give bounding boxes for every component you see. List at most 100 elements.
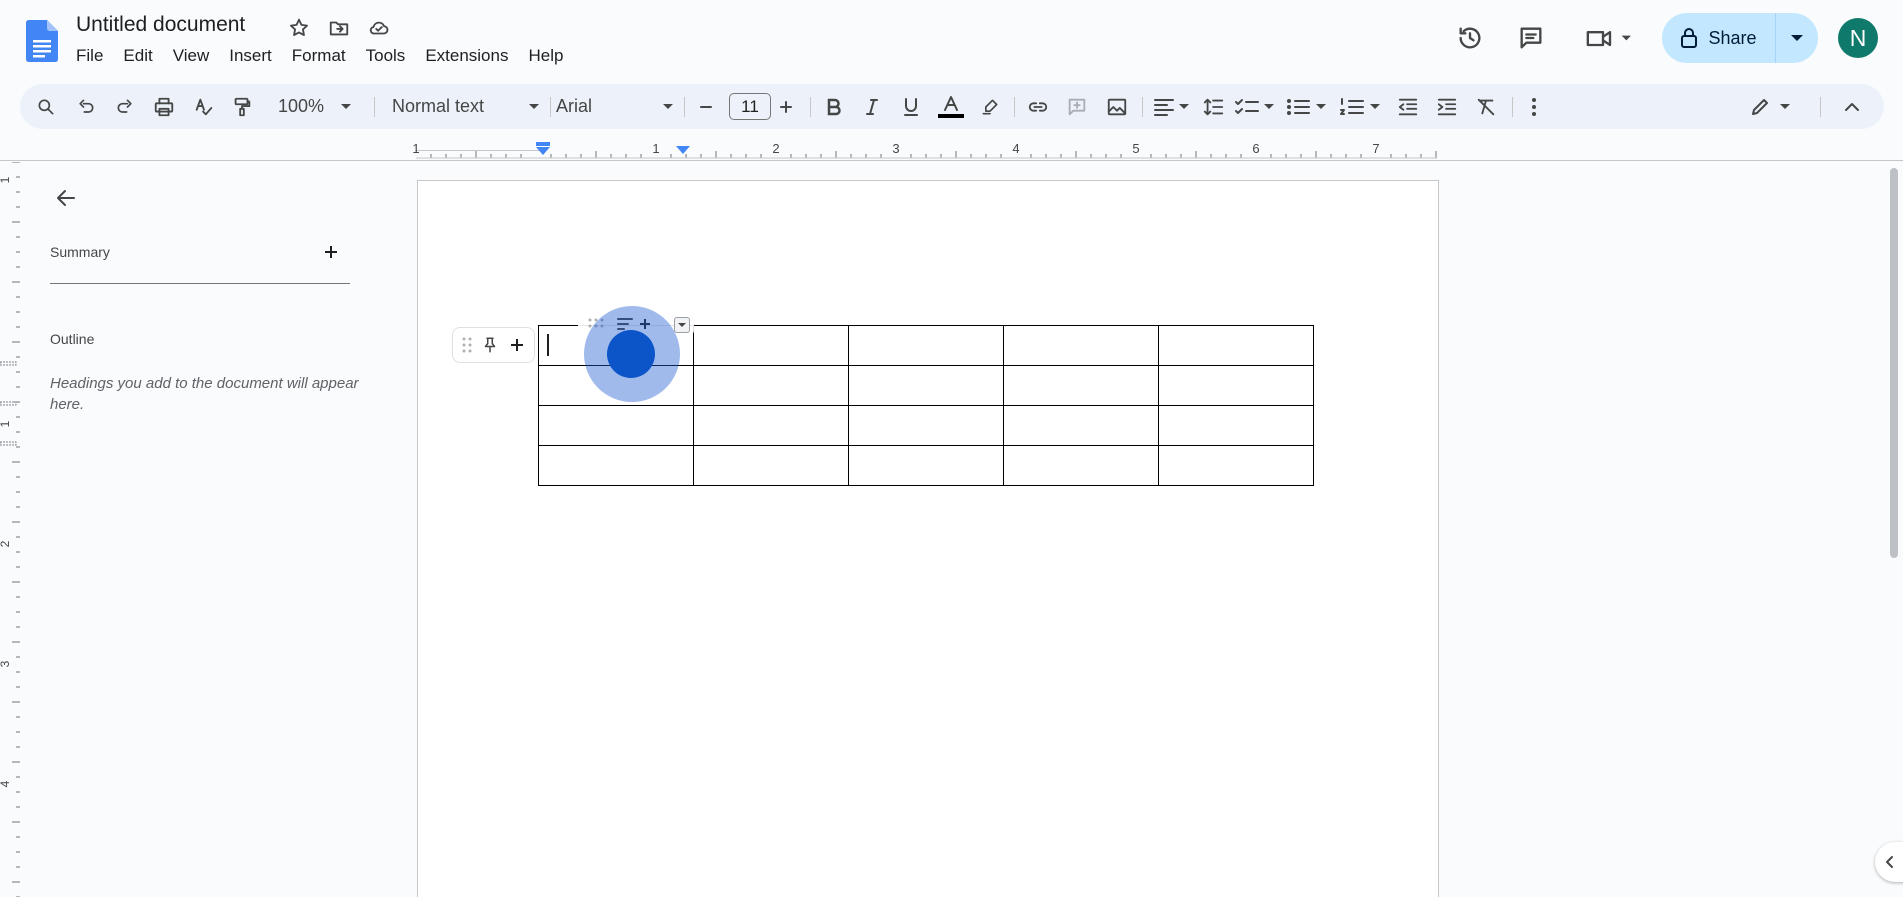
table-cell[interactable] (693, 405, 849, 446)
underline-icon[interactable] (897, 88, 925, 125)
version-history-icon[interactable] (1450, 18, 1490, 58)
document-page[interactable] (417, 180, 1439, 897)
left-indent-marker[interactable] (535, 142, 557, 156)
add-row-icon[interactable] (509, 337, 525, 353)
ruler-number: 1 (652, 141, 659, 156)
decrease-indent-icon[interactable] (1394, 88, 1422, 125)
pin-row-icon[interactable] (481, 335, 499, 355)
table-cell[interactable] (1158, 325, 1314, 366)
summary-divider (50, 283, 350, 284)
menu-tools[interactable]: Tools (356, 44, 416, 68)
menu-bar: File Edit View Insert Format Tools Exten… (66, 44, 573, 68)
hide-menus-icon[interactable] (1838, 88, 1866, 125)
header: Untitled document File Edit View Insert … (0, 0, 1903, 80)
menu-help[interactable]: Help (518, 44, 573, 68)
font-select[interactable]: Arial (556, 88, 674, 125)
menu-file[interactable]: File (66, 44, 113, 68)
cloud-saved-icon[interactable] (367, 16, 391, 40)
insert-link-icon[interactable] (1024, 88, 1052, 125)
numbered-list-button[interactable] (1338, 88, 1386, 125)
horizontal-ruler[interactable]: 1 1 2 3 4 5 6 7 (0, 136, 1880, 162)
text-color-button[interactable] (936, 88, 966, 125)
spellcheck-icon[interactable] (190, 88, 218, 125)
line-spacing-icon[interactable] (1200, 88, 1228, 125)
font-size-input[interactable]: 11 (729, 93, 771, 120)
vertical-ruler[interactable]: 1 1 2 3 4 (0, 162, 20, 897)
share-button[interactable]: Share (1662, 13, 1776, 63)
checklist-button[interactable] (1232, 88, 1280, 125)
side-panel-toggle[interactable] (1875, 842, 1903, 882)
column-menu-button[interactable] (674, 317, 690, 333)
outline-label: Outline (50, 331, 95, 347)
vertical-scrollbar[interactable] (1890, 168, 1898, 558)
zoom-select[interactable]: 100% (278, 88, 362, 125)
menu-format[interactable]: Format (282, 44, 356, 68)
right-indent-marker[interactable] (675, 145, 691, 155)
row-height-marker (0, 441, 17, 446)
increase-indent-icon[interactable] (1433, 88, 1461, 125)
table-cell[interactable] (1003, 445, 1159, 486)
avatar[interactable]: N (1838, 18, 1878, 58)
table-cell[interactable] (693, 365, 849, 406)
style-select[interactable]: Normal text (392, 88, 540, 125)
document-title[interactable]: Untitled document (76, 13, 245, 37)
table-cell[interactable] (538, 405, 694, 446)
editing-mode-button[interactable] (1748, 88, 1796, 125)
menu-insert[interactable]: Insert (219, 44, 282, 68)
table-cell[interactable] (1158, 445, 1314, 486)
text-color-swatch (938, 113, 964, 118)
search-menus-icon[interactable] (32, 88, 60, 125)
menu-extensions[interactable]: Extensions (415, 44, 518, 68)
zoom-value: 100% (278, 96, 325, 116)
table-cell[interactable] (848, 365, 1004, 406)
increase-font-size-icon[interactable] (772, 88, 800, 125)
share-dropdown-button[interactable] (1776, 13, 1818, 63)
print-icon[interactable] (150, 88, 178, 125)
back-arrow-icon[interactable] (50, 182, 82, 214)
highlight-color-icon[interactable] (976, 88, 1004, 125)
meet-button[interactable] (1580, 18, 1640, 58)
click-indicator-dot (607, 330, 655, 378)
bulleted-list-button[interactable] (1284, 88, 1332, 125)
table-cell[interactable] (538, 445, 694, 486)
comments-icon[interactable] (1511, 18, 1551, 58)
add-comment-icon[interactable] (1063, 88, 1091, 125)
font-value: Arial (556, 96, 593, 116)
bold-icon[interactable] (820, 88, 848, 125)
toolbar: 100% Normal text Arial 11 (20, 84, 1884, 129)
ruler-number: 4 (0, 780, 12, 787)
italic-icon[interactable] (858, 88, 886, 125)
menu-view[interactable]: View (163, 44, 220, 68)
add-summary-icon[interactable] (317, 238, 345, 266)
table-cell[interactable] (1003, 405, 1159, 446)
menu-edit[interactable]: Edit (113, 44, 162, 68)
clear-formatting-icon[interactable] (1472, 88, 1500, 125)
table-cell[interactable] (1158, 365, 1314, 406)
ruler-number: 2 (0, 540, 12, 547)
star-icon[interactable] (287, 16, 311, 40)
undo-icon[interactable] (72, 88, 100, 125)
row-height-marker (0, 401, 17, 406)
more-options-icon[interactable] (1522, 88, 1546, 125)
move-folder-icon[interactable] (327, 16, 351, 40)
table-cell[interactable] (848, 445, 1004, 486)
chevron-down-icon (341, 103, 352, 109)
drag-handle-icon[interactable] (462, 337, 472, 353)
table-cell[interactable] (693, 325, 849, 366)
table-cell[interactable] (848, 325, 1004, 366)
insert-image-icon[interactable] (1103, 88, 1131, 125)
ruler-number: 1 (0, 176, 12, 183)
chevron-left-icon (1886, 856, 1893, 868)
decrease-font-size-icon[interactable] (692, 88, 720, 125)
table-cell[interactable] (1158, 405, 1314, 446)
table-cell[interactable] (848, 405, 1004, 446)
table-cell[interactable] (1003, 325, 1159, 366)
chevron-down-icon (1791, 35, 1803, 41)
align-button[interactable] (1152, 88, 1194, 125)
docs-logo-icon[interactable] (26, 20, 58, 64)
table-cell[interactable] (693, 445, 849, 486)
ruler-number: 4 (1012, 141, 1019, 156)
table-cell[interactable] (1003, 365, 1159, 406)
paint-format-icon[interactable] (228, 88, 256, 125)
redo-icon[interactable] (111, 88, 139, 125)
